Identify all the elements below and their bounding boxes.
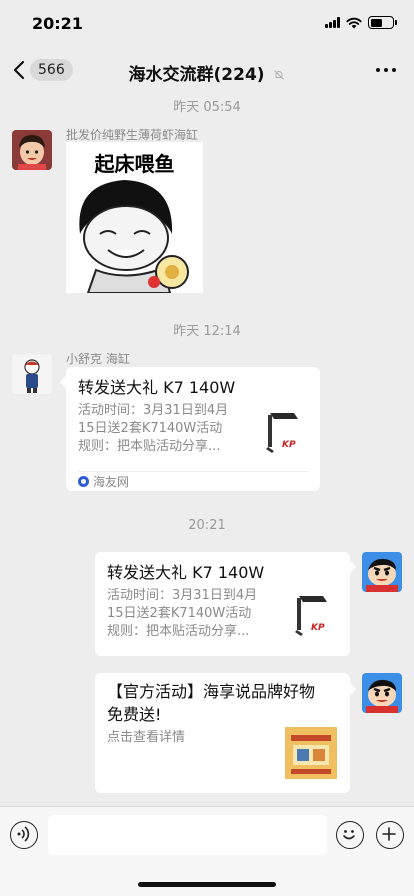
- aquarium-light-thumbnail-icon: KP: [289, 590, 341, 642]
- card-desc-line: 规则：把本贴活动分享...: [107, 624, 250, 639]
- more-functions-button[interactable]: [376, 821, 404, 849]
- timestamp: 20:21: [188, 518, 226, 533]
- bubble-tail: [350, 561, 356, 573]
- avatar[interactable]: [362, 673, 402, 713]
- status-icons: [325, 16, 397, 29]
- timestamp: 昨天 05:54: [173, 100, 241, 115]
- svg-text:KP: KP: [282, 440, 296, 450]
- timestamp: 昨天 12:14: [173, 324, 241, 339]
- wifi-icon: [346, 17, 362, 28]
- battery-icon: [368, 16, 397, 29]
- bubble-tail: [350, 683, 356, 695]
- chat-title-wrap: 海水交流群(224): [0, 60, 414, 85]
- plus-icon: [382, 827, 397, 842]
- card-desc-line: 15日送2套K7140W活动: [107, 606, 252, 621]
- mute-bell-icon: [274, 70, 285, 80]
- card-desc-line: 规则：把本贴活动分享...: [78, 439, 221, 454]
- voice-wave-icon: [17, 826, 30, 843]
- card-source: 海友网: [78, 473, 129, 490]
- aquarium-light-thumbnail-icon: KP: [260, 407, 312, 459]
- card-title: 转发送大礼 K7 140W: [78, 378, 236, 397]
- card-desc-line: 活动时间：3月31日到4月: [78, 403, 229, 418]
- chat-header: 566 海水交流群(224): [0, 48, 414, 92]
- promo-poster-thumbnail-icon: [285, 727, 337, 779]
- status-bar: 20:21: [0, 0, 414, 48]
- card-title-line: 免费送!: [107, 705, 162, 724]
- chat-title: 海水交流群(224): [128, 65, 265, 85]
- link-card[interactable]: 【官方活动】海享说品牌好物 免费送! 点击查看详情: [95, 673, 350, 793]
- cellular-signal-icon: [325, 17, 340, 28]
- card-desc-line: 活动时间：3月31日到4月: [107, 588, 258, 603]
- cartoon-avatar-icon: [12, 354, 52, 394]
- link-card[interactable]: 转发送大礼 K7 140W 活动时间：3月31日到4月 15日送2套K7140W…: [95, 552, 350, 656]
- avatar[interactable]: [12, 130, 52, 170]
- more-options-button[interactable]: [376, 68, 396, 72]
- crayon-shinchan-avatar-icon: [362, 552, 402, 592]
- child-avatar-icon: [12, 130, 52, 170]
- sender-name: 小舒克 海缸: [66, 352, 130, 366]
- source-logo-icon: [78, 476, 89, 487]
- card-desc: 点击查看详情: [107, 730, 186, 745]
- card-title: 转发送大礼 K7 140W: [107, 563, 265, 582]
- message-input[interactable]: [48, 815, 327, 855]
- link-card[interactable]: 转发送大礼 K7 140W 活动时间：3月31日到4月 15日送2套K7140W…: [66, 367, 320, 491]
- crayon-shinchan-avatar-icon: [362, 673, 402, 713]
- meme-face-icon: [79, 180, 189, 293]
- svg-text:KP: KP: [311, 623, 325, 633]
- voice-button[interactable]: [10, 821, 38, 849]
- emoji-button[interactable]: [336, 821, 364, 849]
- smiley-icon: [343, 830, 356, 840]
- card-divider: [78, 471, 308, 472]
- card-source-label: 海友网: [93, 475, 130, 489]
- avatar[interactable]: [362, 552, 402, 592]
- card-desc-line: 15日送2套K7140W活动: [78, 421, 223, 436]
- sticker-message[interactable]: 起床喂鱼: [66, 142, 203, 293]
- avatar[interactable]: [12, 354, 52, 394]
- home-indicator: [138, 882, 276, 887]
- status-time: 20:21: [32, 14, 83, 33]
- card-title-line: 【官方活动】海享说品牌好物: [107, 682, 316, 701]
- sender-name: 批发价纯野生薄荷虾海缸: [66, 128, 199, 142]
